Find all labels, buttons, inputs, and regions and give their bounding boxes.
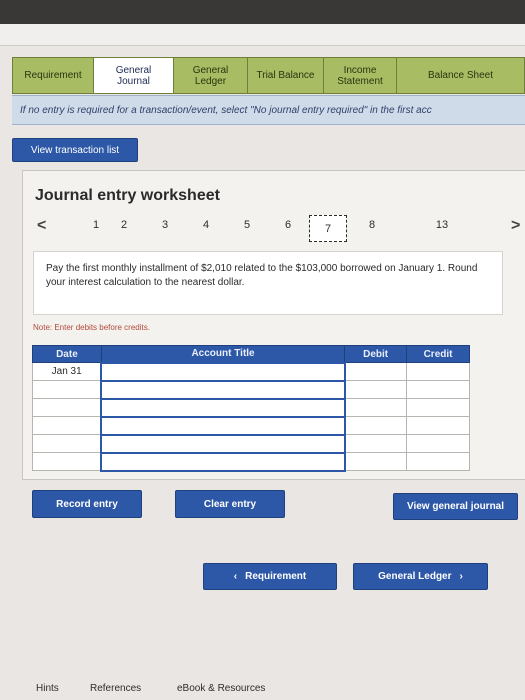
debit-input[interactable] [344, 398, 408, 417]
entry-tab-5[interactable]: 5 [234, 219, 260, 231]
account-title-dropdown[interactable] [100, 361, 346, 382]
credit-input[interactable] [406, 452, 470, 471]
table-row [32, 433, 470, 454]
date-column-header: Date [32, 345, 102, 363]
debit-input[interactable] [344, 416, 408, 435]
entry-tab-4[interactable]: 4 [193, 219, 219, 231]
tab-label: General Ledger [192, 64, 229, 87]
credit-input[interactable] [406, 434, 470, 453]
requirement-nav-label: Requirement [245, 571, 307, 582]
table-header-row: Date Account Title Debit Credit [32, 345, 470, 363]
credit-input[interactable] [406, 380, 470, 399]
references-link[interactable]: References [90, 683, 141, 694]
tab-trial-balance[interactable]: Trial Balance [247, 57, 323, 94]
instruction-banner: If no entry is required for a transactio… [12, 95, 525, 125]
credit-column-header: Credit [406, 345, 470, 363]
date-cell[interactable]: Jan 31 [32, 362, 102, 381]
tab-label: Trial Balance [256, 70, 315, 81]
view-transaction-list-button[interactable]: View transaction list [12, 138, 138, 162]
entry-tab-2[interactable]: 2 [111, 219, 137, 231]
date-cell[interactable] [32, 416, 102, 435]
debit-input[interactable] [344, 362, 408, 381]
table-row [32, 397, 470, 418]
entry-tab-6[interactable]: 6 [275, 219, 301, 231]
tab-general-journal[interactable]: General Journal [93, 57, 173, 94]
table-row: Jan 31 [32, 361, 470, 382]
entry-tab-3[interactable]: 3 [152, 219, 178, 231]
debit-column-header: Debit [344, 345, 408, 363]
account-title-dropdown[interactable] [100, 451, 346, 472]
credit-input[interactable] [406, 398, 470, 417]
account-title-dropdown[interactable] [100, 379, 346, 400]
chevron-right-icon: › [459, 571, 463, 582]
account-title-dropdown[interactable] [100, 397, 346, 418]
general-ledger-nav-label: General Ledger [378, 571, 452, 582]
ebook-resources-link[interactable]: eBook & Resources [177, 683, 265, 694]
tab-balance-sheet[interactable]: Balance Sheet [396, 57, 525, 94]
prev-entry-arrow-icon[interactable]: < [37, 217, 46, 235]
date-cell[interactable] [32, 398, 102, 417]
entry-note: Note: Enter debits before credits. [33, 323, 150, 332]
next-entry-arrow-icon[interactable]: > [511, 217, 520, 235]
credit-input[interactable] [406, 362, 470, 381]
general-ledger-nav-button[interactable]: General Ledger › [353, 563, 488, 590]
account-title-dropdown[interactable] [100, 415, 346, 436]
account-title-column-header: Account Title [100, 345, 346, 363]
tab-income-statement[interactable]: Income Statement [323, 57, 396, 94]
tab-label: Balance Sheet [427, 70, 494, 81]
table-row [32, 451, 470, 472]
table-row [32, 415, 470, 436]
tab-bar: Requirement General Journal General Ledg… [12, 57, 525, 94]
account-title-dropdown[interactable] [100, 433, 346, 454]
view-general-journal-button[interactable]: View general journal [393, 493, 518, 520]
entry-tab-7[interactable]: 7 [309, 215, 347, 242]
journal-entry-table: Date Account Title Debit Credit Jan 31 [32, 345, 470, 472]
date-cell[interactable] [32, 452, 102, 471]
credit-input[interactable] [406, 416, 470, 435]
debit-input[interactable] [344, 452, 408, 471]
date-cell[interactable] [32, 380, 102, 399]
chevron-left-icon: ‹ [233, 571, 238, 582]
tab-label: General Journal [115, 64, 152, 87]
tab-label: Income Statement [337, 64, 383, 87]
date-cell[interactable] [32, 434, 102, 453]
worksheet-title: Journal entry worksheet [35, 187, 220, 204]
requirement-nav-button[interactable]: ‹ Requirement [203, 563, 337, 590]
record-entry-button[interactable]: Record entry [32, 490, 142, 518]
entry-tab-13[interactable]: 13 [429, 219, 455, 231]
entry-tab-8[interactable]: 8 [359, 219, 385, 231]
entry-tab-1[interactable]: 1 [83, 219, 109, 231]
debit-input[interactable] [344, 380, 408, 399]
tab-label: Requirement [24, 70, 82, 81]
app-header-band [0, 24, 525, 46]
tab-general-ledger[interactable]: General Ledger [173, 57, 247, 94]
debit-input[interactable] [344, 434, 408, 453]
hints-link[interactable]: Hints [36, 683, 59, 694]
clear-entry-button[interactable]: Clear entry [175, 490, 285, 518]
transaction-description: Pay the first monthly installment of $2,… [33, 251, 503, 315]
browser-top-bar [0, 0, 525, 24]
tab-requirement[interactable]: Requirement [12, 57, 93, 94]
table-row [32, 379, 470, 400]
